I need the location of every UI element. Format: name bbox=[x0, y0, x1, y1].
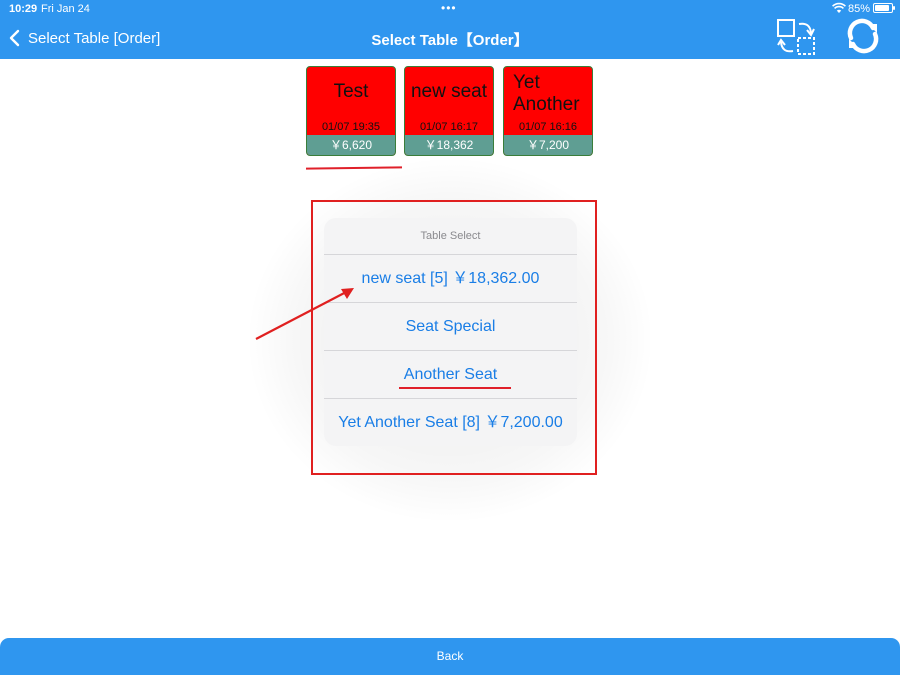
tile-time: 01/07 19:35 bbox=[321, 121, 381, 133]
status-date: Fri Jan 24 bbox=[41, 3, 90, 15]
tile-price: ￥6,620 bbox=[307, 135, 395, 155]
annotation-arrow-icon bbox=[255, 288, 354, 340]
annotation-underline bbox=[399, 387, 511, 389]
swap-tables-icon[interactable] bbox=[776, 18, 816, 56]
tile-name: Test bbox=[333, 81, 369, 102]
tile-time: 01/07 16:16 bbox=[518, 121, 578, 133]
refresh-icon[interactable] bbox=[844, 17, 882, 55]
table-tile[interactable]: Yet Another 01/07 16:16 ￥7,200 bbox=[503, 66, 593, 156]
tile-time: 01/07 16:17 bbox=[419, 121, 479, 133]
navigation-bar: 10:29 Fri Jan 24 ••• 85% Select Table [O… bbox=[0, 0, 900, 59]
tile-name: Yet Another bbox=[513, 72, 580, 115]
back-button[interactable]: Back bbox=[0, 638, 900, 675]
table-tile[interactable]: new seat 01/07 16:17 ￥18,362 bbox=[404, 66, 494, 156]
table-tile[interactable]: Test 01/07 19:35 ￥6,620 bbox=[306, 66, 396, 156]
tile-name: new seat bbox=[410, 81, 488, 102]
battery-icon bbox=[873, 3, 895, 13]
status-time: 10:29 bbox=[9, 3, 38, 15]
page-title: Select Table【Order】 bbox=[371, 32, 529, 49]
tile-price: ￥18,362 bbox=[405, 135, 493, 155]
multitasking-dots-icon[interactable]: ••• bbox=[441, 1, 457, 15]
battery-percent: 85% bbox=[848, 3, 871, 15]
wifi-icon bbox=[832, 2, 846, 13]
tile-price: ￥7,200 bbox=[504, 135, 592, 155]
